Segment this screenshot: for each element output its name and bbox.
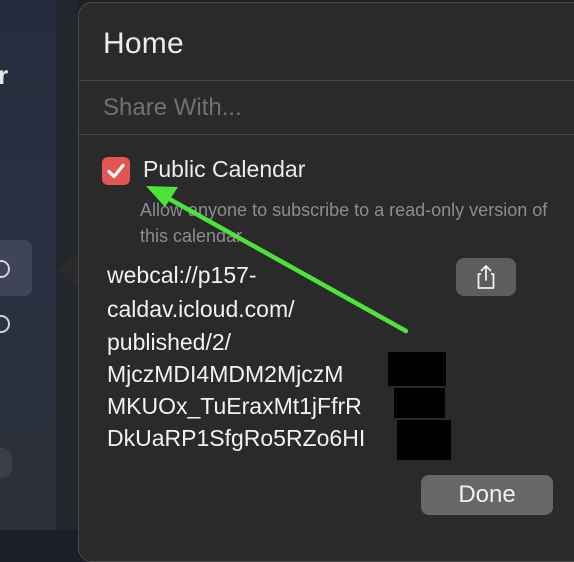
share-button[interactable]: [456, 258, 516, 296]
calendar-url-line: webcal://p157-: [107, 262, 257, 288]
divider: [79, 80, 574, 81]
calendar-url-line: MKUOx_TuEraxMt1jFfrR: [107, 393, 362, 419]
popover-arrow: [57, 252, 79, 288]
popover-title: Home: [103, 27, 184, 60]
background-toggle[interactable]: [0, 448, 12, 478]
redaction-box: [397, 420, 451, 460]
background-sidebar-text: r: [0, 60, 9, 90]
redaction-box: [388, 352, 446, 386]
redaction-box: [394, 388, 445, 418]
done-button[interactable]: Done: [421, 475, 553, 515]
checkmark-icon: [107, 163, 125, 179]
done-button-label: Done: [458, 481, 516, 508]
public-calendar-checkbox[interactable]: [102, 157, 130, 185]
calendar-url-line: caldav.icloud.com/: [107, 296, 295, 322]
share-with-input[interactable]: [103, 94, 543, 122]
public-calendar-description: Allow anyone to subscribe to a read-only…: [140, 200, 548, 246]
divider: [79, 134, 574, 135]
share-icon: [477, 265, 495, 289]
calendar-url-line: MjczMDI4MDM2MjczM: [107, 361, 344, 387]
public-calendar-label: Public Calendar: [143, 156, 306, 182]
calendar-url-line: published/2/: [107, 329, 232, 355]
calendar-url-line: DkUaRP1SfgRo5RZo6HI: [107, 425, 366, 451]
